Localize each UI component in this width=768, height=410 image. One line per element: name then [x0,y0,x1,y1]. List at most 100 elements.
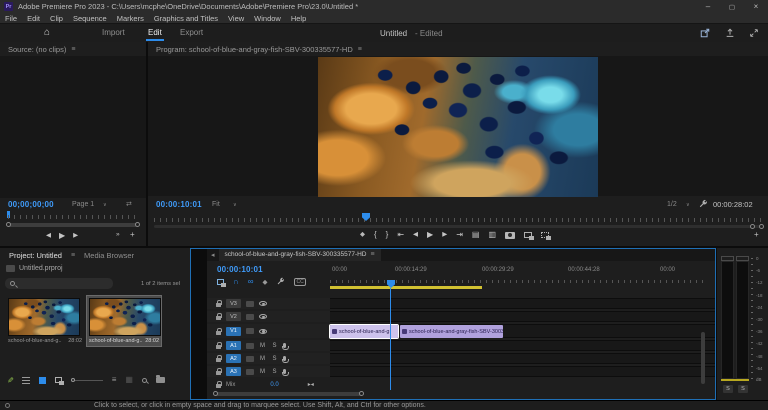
lock-icon[interactable] [216,368,222,375]
snap-icon[interactable]: ∩ [233,277,239,286]
lock-icon[interactable] [216,381,222,388]
program-zoom-scrollbar[interactable] [154,224,764,229]
track-target-a3[interactable]: A3 [226,367,241,376]
track-a3-lane[interactable] [330,366,715,377]
program-zoom-chevron-icon[interactable]: ∨ [233,202,237,208]
minimize-button[interactable]: – [696,0,720,13]
zoom-slider[interactable] [70,378,103,382]
track-target-v1[interactable]: V1 [226,326,241,336]
timeline-zoom-handle-left[interactable] [213,391,218,396]
goto-out-icon[interactable]: ⇥ [456,231,463,239]
track-visibility-icon[interactable] [259,314,267,319]
source-panel-menu-icon[interactable]: ≡ [71,46,75,53]
automate-to-sequence-icon[interactable]: ▦ [125,376,133,384]
mute-button[interactable]: M [259,369,266,375]
multi-camera-icon[interactable] [541,232,552,240]
mute-button[interactable]: M [259,343,266,349]
clip-1[interactable]: school-of-blue-and-g [329,324,399,339]
writable-pencil-icon[interactable]: ✎ [5,377,14,384]
project-item-2[interactable]: school-of-blue-and-g.. 28:02 [86,295,162,347]
maximize-button[interactable]: ▢ [720,0,744,13]
fit-toggle-icon[interactable]: ▸◂ [308,381,314,388]
menu-clip[interactable]: Clip [50,14,63,23]
source-scrollbar[interactable] [6,222,140,227]
timeline-sequence-tab[interactable]: school-of-blue-and-gray-fish-SBV-3003355… [218,248,381,261]
voiceover-mic-icon[interactable] [281,356,289,363]
share-icon[interactable] [724,28,736,38]
source-scroll-handle-right[interactable] [135,222,140,227]
program-scroll-handle-left[interactable] [750,224,755,229]
lock-icon[interactable] [216,300,222,307]
program-video-frame[interactable] [318,57,598,197]
source-patch-icon[interactable] [246,300,254,307]
program-resolution-chevron-icon[interactable]: ∨ [686,202,690,208]
mark-out-icon[interactable]: } [386,231,389,239]
tab-import[interactable]: Import [100,28,127,37]
solo-button[interactable]: S [271,356,278,362]
source-ruler[interactable] [8,215,140,219]
menu-file[interactable]: File [5,14,17,23]
find-icon[interactable] [141,377,147,383]
source-patch-icon[interactable] [246,328,254,334]
mute-button[interactable]: M [259,356,266,362]
timeline-add-marker-icon[interactable]: ◆ [262,278,267,286]
source-patch-icon[interactable] [246,368,254,375]
voiceover-mic-icon[interactable] [281,343,289,350]
fullscreen-icon[interactable] [748,28,760,38]
timeline-panel-menu-icon[interactable]: ≡ [371,251,375,258]
solo-button[interactable]: S [271,369,278,375]
lock-icon[interactable] [216,355,222,362]
menu-window[interactable]: Window [254,14,281,23]
track-target-a2[interactable]: A2 [226,354,241,363]
source-patch-icon[interactable] [246,342,254,349]
project-item-2-name[interactable]: school-of-blue-and-g.. [89,338,143,344]
list-view-icon[interactable] [21,376,30,384]
project-item-1[interactable]: school-of-blue-and-g.. 28:02 [8,298,82,344]
sort-icon[interactable]: ≡ [112,376,117,384]
source-play-icon[interactable]: ▶ [59,232,65,240]
export-frame-icon[interactable] [505,231,516,239]
track-target-a1[interactable]: A1 [226,341,241,350]
icon-view-icon[interactable] [38,376,46,384]
menu-sequence[interactable]: Sequence [73,14,107,23]
program-settings-wrench-icon[interactable] [698,199,708,209]
timeline-sequence-name[interactable]: school-of-blue-and-gray-fish-SBV-3003355… [225,251,367,258]
program-scroll-handle-right[interactable] [759,224,764,229]
clip-2[interactable]: school-of-blue-and-gray-fish-SBV-3003355… [400,325,503,338]
source-drag-icon[interactable]: ⇄ [126,200,132,208]
menu-graphics-and-titles[interactable]: Graphics and Titles [154,14,218,23]
timeline-zoom-handle-right[interactable] [359,391,364,396]
freeform-view-icon[interactable] [54,377,64,385]
voiceover-mic-icon[interactable] [281,369,289,376]
work-area-bar[interactable] [330,286,482,289]
tab-media-browser[interactable]: Media Browser [81,251,137,260]
menu-edit[interactable]: Edit [27,14,40,23]
track-a1-lane[interactable] [330,340,715,351]
source-add-button-icon[interactable]: + [130,231,135,239]
step-back-icon[interactable]: ◀ [413,231,418,239]
comparison-view-icon[interactable] [524,232,535,240]
mix-level-value[interactable]: 0.0 [270,382,278,388]
source-step-forward-icon[interactable]: ▶ [73,232,78,240]
track-v1-lane[interactable]: school-of-blue-and-g school-of-blue-and-… [329,324,715,339]
program-zoom-select[interactable]: Fit [212,201,220,208]
source-patch-icon[interactable] [246,355,254,362]
timeline-settings-wrench-icon[interactable] [276,277,285,286]
lock-icon[interactable] [216,342,222,349]
project-item-1-thumbnail[interactable] [8,298,80,336]
new-bin-icon[interactable] [155,375,165,383]
program-timecode[interactable]: 00:00:10:01 [156,200,202,209]
extract-icon[interactable]: ▥ [488,231,496,239]
source-patch-icon[interactable] [246,313,254,320]
nest-sequence-icon[interactable] [217,278,226,287]
meter-solo-right-button[interactable]: S [738,385,748,393]
track-target-v3[interactable]: V3 [226,299,241,308]
lock-icon[interactable] [216,327,222,335]
project-item-1-name[interactable]: school-of-blue-and-g.. [8,338,62,344]
quick-export-icon[interactable] [699,28,711,38]
track-v2-lane[interactable] [330,311,715,322]
track-target-v2[interactable]: V2 [226,312,241,321]
track-v3-lane[interactable] [330,298,715,309]
goto-in-icon[interactable]: ⇤ [397,231,404,239]
timeline-horizontal-scrollbar[interactable] [213,391,364,396]
